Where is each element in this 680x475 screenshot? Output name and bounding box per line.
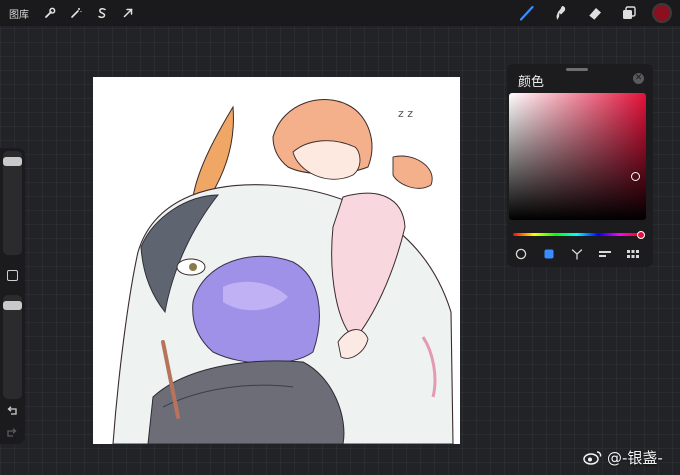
- picker-handle[interactable]: [631, 172, 640, 181]
- actions-button[interactable]: [37, 0, 63, 26]
- watermark-text: @-银盏-: [607, 448, 663, 467]
- drawing-canvas[interactable]: z z: [93, 77, 460, 444]
- panel-title: 颜色: [518, 75, 545, 90]
- wrench-icon: [45, 7, 56, 18]
- brush-icon: [519, 5, 534, 21]
- layers-icon: [623, 6, 636, 19]
- layers-button[interactable]: [612, 0, 646, 26]
- opacity-slider[interactable]: [3, 295, 22, 399]
- hue-slider[interactable]: [513, 233, 641, 236]
- classic-mode-tab[interactable]: [541, 246, 557, 262]
- transform-button[interactable]: [115, 0, 141, 26]
- magic-wand-icon: [71, 8, 82, 18]
- svg-text:z z: z z: [398, 107, 413, 120]
- modify-button[interactable]: [7, 270, 18, 281]
- selection-s-icon: [98, 8, 106, 19]
- arrow-cursor-icon: [123, 8, 133, 18]
- harmony-mode-tab[interactable]: [569, 246, 585, 262]
- watermark: @-银盏-: [583, 446, 663, 468]
- artwork: z z: [112, 99, 454, 444]
- grid-icon: [627, 250, 639, 258]
- close-button[interactable]: ✕: [633, 73, 644, 84]
- smudge-button[interactable]: [544, 0, 578, 26]
- undo-button[interactable]: [5, 404, 19, 418]
- harmony-icon: [571, 249, 583, 260]
- brush-size-thumb[interactable]: [3, 157, 22, 166]
- weibo-icon: [583, 451, 602, 465]
- hue-slider-knob[interactable]: [637, 231, 645, 239]
- circle-icon: [515, 248, 527, 260]
- redo-icon: [7, 428, 17, 437]
- color-mode-tabs: [507, 246, 653, 262]
- redo-button[interactable]: [5, 426, 19, 440]
- adjustments-button[interactable]: [63, 0, 89, 26]
- palettes-mode-tab[interactable]: [625, 246, 641, 262]
- color-button[interactable]: [652, 3, 672, 23]
- undo-icon: [7, 406, 17, 415]
- gallery-button[interactable]: 图库: [9, 6, 29, 21]
- disc-mode-tab[interactable]: [513, 246, 529, 262]
- sliders-icon: [599, 251, 611, 257]
- opacity-thumb[interactable]: [3, 301, 22, 310]
- smudge-icon: [556, 6, 566, 20]
- eraser-button[interactable]: [578, 0, 612, 26]
- close-icon: ✕: [634, 73, 643, 83]
- color-panel: 颜色 ✕: [507, 64, 653, 267]
- selection-button[interactable]: [89, 0, 115, 26]
- square-filled-icon: [544, 249, 554, 259]
- right-toolbar: [510, 0, 680, 26]
- brush-button[interactable]: [510, 0, 544, 26]
- left-sidebar: [0, 148, 25, 444]
- brush-size-slider[interactable]: [3, 151, 22, 255]
- top-toolbar: 图库: [0, 0, 680, 26]
- saturation-value-picker[interactable]: [509, 93, 646, 220]
- panel-grabber[interactable]: [566, 68, 588, 71]
- value-mode-tab[interactable]: [597, 246, 613, 262]
- eraser-icon: [588, 8, 601, 21]
